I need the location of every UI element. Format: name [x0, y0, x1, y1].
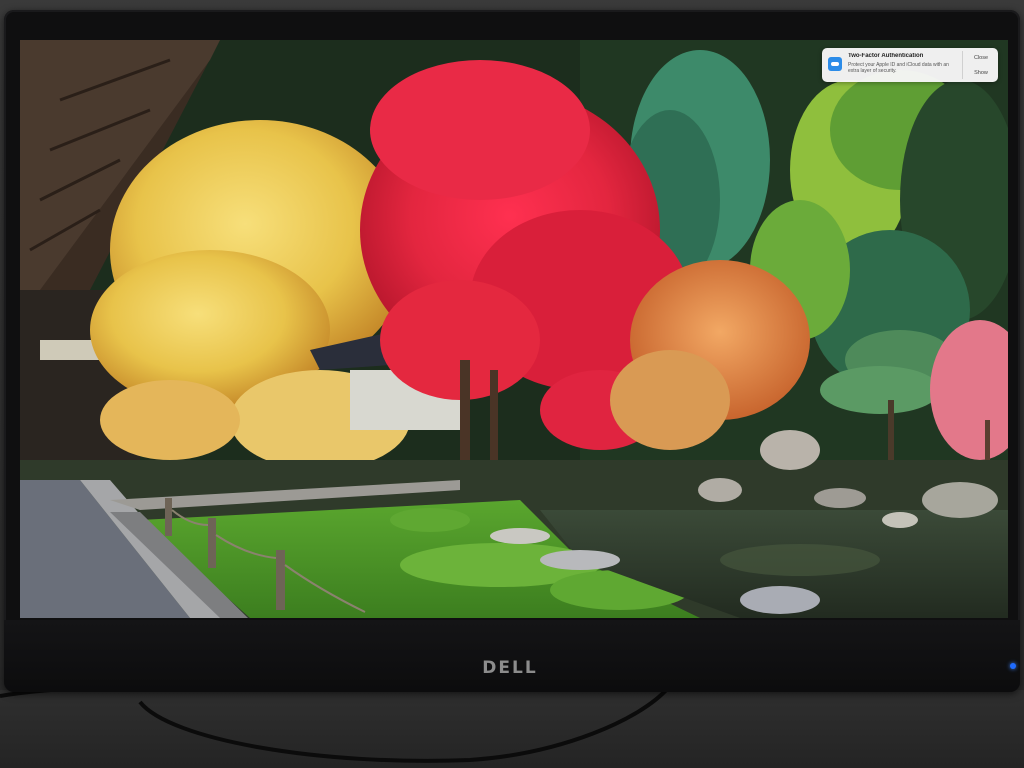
power-led-icon	[1010, 663, 1016, 669]
notification-divider	[962, 51, 963, 79]
monitor-cable	[0, 684, 670, 763]
notification-body: Protect your Apple ID and iCloud data wi…	[848, 62, 949, 74]
garden-wallpaper	[20, 40, 1008, 618]
photo-scene: DELL Two-Factor Authentication Protect y…	[0, 0, 1024, 768]
close-button[interactable]: Close	[966, 55, 996, 61]
dell-logo: DELL	[482, 658, 538, 678]
notification-title: Two-Factor Authentication	[848, 53, 924, 59]
icloud-icon	[828, 57, 842, 71]
two-factor-notification[interactable]: Two-Factor Authentication Protect your A…	[822, 48, 998, 82]
desktop-screen	[20, 40, 1008, 618]
show-button[interactable]: Show	[966, 70, 996, 76]
